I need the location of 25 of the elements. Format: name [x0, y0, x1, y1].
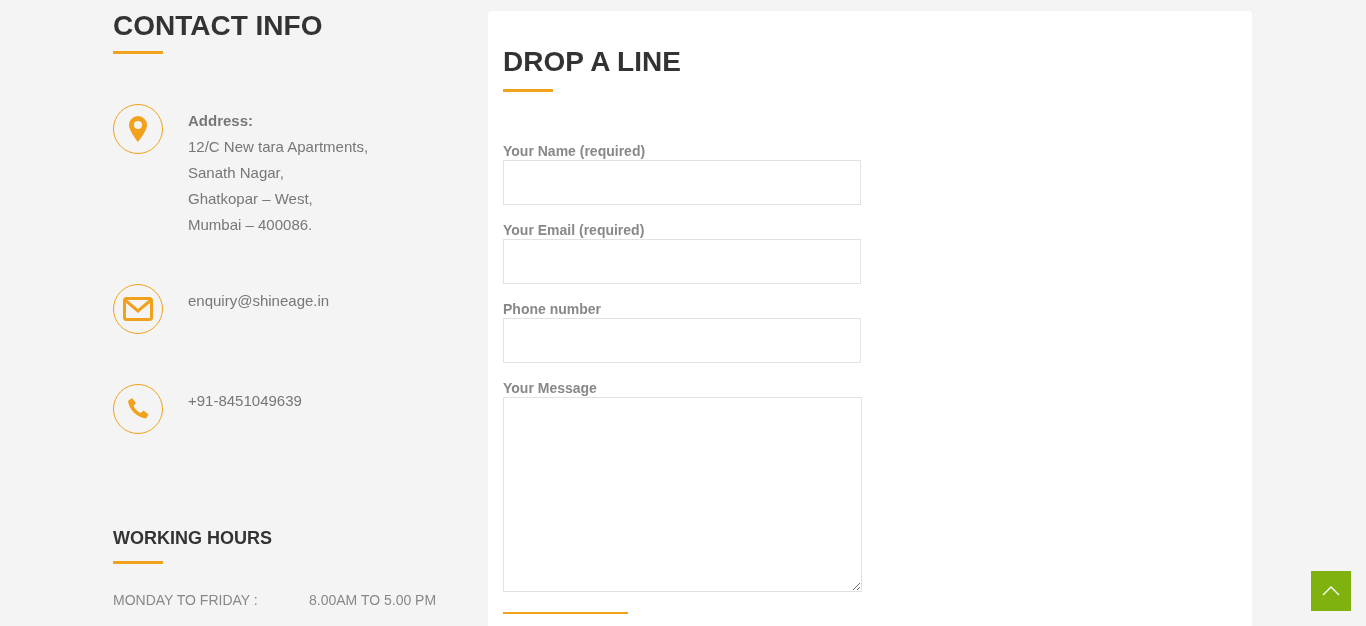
chevron-up-icon: [1322, 586, 1340, 596]
input-field[interactable]: [503, 159, 861, 205]
field-label: Your Email (required): [503, 220, 646, 239]
input-field[interactable]: [503, 238, 861, 285]
envelope-icon: [123, 297, 153, 321]
phone-icon: [126, 397, 150, 421]
input-field[interactable]: [503, 318, 861, 364]
map-pin-icon: [129, 116, 147, 142]
back-to-top-button[interactable]: [1311, 571, 1351, 611]
message-field[interactable]: [503, 397, 862, 592]
form-title: DROP A LINE: [503, 46, 682, 78]
address-line: Ghatkopar – West,: [188, 189, 314, 209]
hours-text: 8.00AM TO 5.00 PM: [309, 592, 437, 608]
address-label: Address:: [188, 111, 255, 131]
field-label: Phone number: [503, 300, 602, 319]
address-line: 12/C New tara Apartments,: [188, 137, 369, 157]
section-title: CONTACT INFO: [113, 10, 324, 42]
days-text: MONDAY TO FRIDAY :: [113, 592, 259, 608]
section-title: WORKING HOURS: [113, 527, 273, 549]
address-line: Sanath Nagar,: [188, 163, 285, 183]
address-line: Mumbai – 400086.: [188, 215, 314, 235]
field-label: Your Name (required): [503, 141, 647, 160]
email-text: enquiry@shineage.in: [188, 291, 330, 311]
phone-text: +91-8451049639: [188, 391, 302, 411]
field-label: Your Message: [503, 379, 598, 398]
